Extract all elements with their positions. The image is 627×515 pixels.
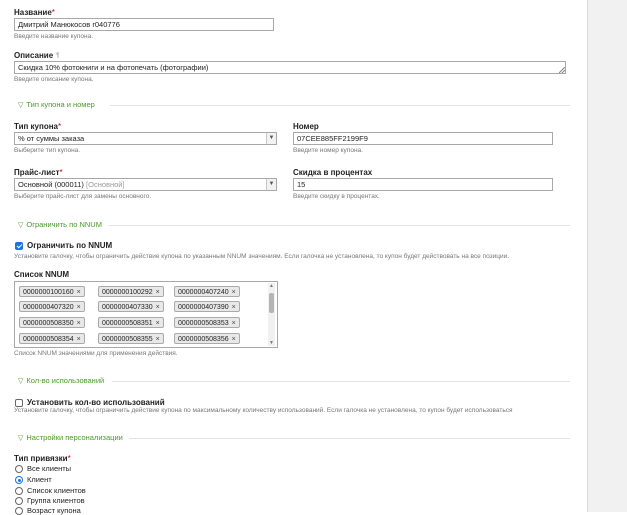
nnum-tag-box[interactable]: 0000000100160 × 0000000100292 × 0000000407…: [14, 281, 278, 348]
chevron-down-icon[interactable]: ▼: [266, 133, 276, 144]
limit-nnum-hint: Установите галочку, чтобы ограничить дей…: [14, 253, 510, 260]
price-list-hint: Выберите прайс-лист для замены основного…: [14, 193, 152, 200]
section-divider: [129, 438, 570, 439]
coupon-type-hint: Выберите тип купона.: [14, 147, 81, 154]
price-list-select[interactable]: Основной (000011) [Основной] ▼: [14, 178, 277, 191]
discount-label: Скидка в процентах: [293, 168, 373, 177]
radio-all-clients[interactable]: [15, 465, 23, 473]
nnum-tag[interactable]: 0000000407390 ×: [174, 301, 240, 312]
nnum-tag[interactable]: 0000000508356 ×: [174, 333, 240, 344]
nnum-list-label: Список NNUM: [14, 270, 70, 279]
remove-icon[interactable]: ×: [156, 289, 160, 296]
description-hint: Введите описание купона.: [14, 76, 94, 83]
right-rail: [587, 0, 627, 512]
nnum-list-hint: Список NNUM значениями для применения де…: [14, 350, 178, 357]
remove-icon[interactable]: ×: [232, 289, 236, 296]
nnum-tag[interactable]: 0000000407320 ×: [19, 301, 85, 312]
radio-client-label[interactable]: Клиент: [27, 475, 52, 484]
chevron-down-icon[interactable]: ▼: [266, 179, 276, 190]
section-coupon-type[interactable]: ▽ Тип купона и номер: [18, 100, 95, 109]
radio-client-group-label[interactable]: Группа клиентов: [27, 496, 85, 505]
nnum-tag[interactable]: 0000000508354 ×: [19, 333, 85, 344]
triangle-down-icon: ▽: [18, 102, 24, 109]
limit-nnum-label[interactable]: Ограничить по NNUM: [27, 241, 112, 250]
remove-icon[interactable]: ×: [232, 304, 236, 311]
number-label: Номер: [293, 122, 319, 131]
resize-handle-icon[interactable]: [559, 67, 565, 73]
remove-icon[interactable]: ×: [77, 336, 81, 343]
scrollbar-thumb[interactable]: [269, 293, 274, 313]
scroll-up-icon[interactable]: ▲: [268, 283, 275, 289]
description-field[interactable]: Скидка 10% фотокниги и на фотопечать (фо…: [14, 61, 566, 74]
section-divider: [109, 225, 570, 226]
remove-icon[interactable]: ×: [156, 304, 160, 311]
radio-coupon-age-label[interactable]: Возраст купона: [27, 506, 81, 515]
coupon-type-label: Тип купона*: [14, 122, 62, 131]
discount-field[interactable]: 15: [293, 178, 553, 191]
name-label: Название*: [14, 8, 55, 17]
remove-icon[interactable]: ×: [156, 320, 160, 327]
coupon-type-select[interactable]: % от суммы заказа ▼: [14, 132, 277, 145]
section-nnum[interactable]: ▽ Ограничить по NNUM: [18, 220, 102, 229]
scroll-down-icon[interactable]: ▼: [268, 340, 275, 346]
section-usage[interactable]: ▽ Кол-во использований: [18, 376, 104, 385]
triangle-down-icon: ▽: [18, 378, 24, 385]
nnum-tag[interactable]: 0000000508351 ×: [98, 317, 164, 328]
radio-client-group[interactable]: [15, 497, 23, 505]
nnum-scrollbar[interactable]: ▲ ▼: [268, 283, 275, 346]
radio-client-list-label[interactable]: Список клиентов: [27, 486, 86, 495]
nnum-tag[interactable]: 0000000100160 ×: [19, 286, 85, 297]
triangle-down-icon: ▽: [18, 222, 24, 229]
radio-all-clients-label[interactable]: Все клиенты: [27, 464, 71, 473]
number-field[interactable]: 07CEE885FF2199F9: [293, 132, 553, 145]
section-personalization[interactable]: ▽ Настройки персонализации: [18, 433, 123, 442]
description-label: Описание ¶: [14, 51, 60, 60]
section-divider: [112, 381, 570, 382]
nnum-tag[interactable]: 0000000508355 ×: [98, 333, 164, 344]
usage-limit-hint: Установите галочку, чтобы ограничить дей…: [14, 407, 513, 414]
radio-client-list[interactable]: [15, 487, 23, 495]
binding-label: Тип привязки*: [14, 454, 71, 463]
usage-limit-label[interactable]: Установить кол-во использований: [27, 398, 165, 407]
remove-icon[interactable]: ×: [77, 304, 81, 311]
nnum-tag[interactable]: 0000000508353 ×: [174, 317, 240, 328]
nnum-tag[interactable]: 0000000407330 ×: [98, 301, 164, 312]
name-hint: Введите название купона.: [14, 33, 93, 40]
discount-hint: Введите скидку в процентах.: [293, 193, 380, 200]
name-field[interactable]: Дмитрий Манюкосов r040776: [14, 18, 274, 31]
remove-icon[interactable]: ×: [77, 320, 81, 327]
number-hint: Введите номер купона.: [293, 147, 363, 154]
section-divider: [110, 105, 570, 106]
remove-icon[interactable]: ×: [232, 336, 236, 343]
remove-icon[interactable]: ×: [77, 289, 81, 296]
price-list-label: Прайс-лист*: [14, 168, 63, 177]
nnum-tag[interactable]: 0000000407240 ×: [174, 286, 240, 297]
remove-icon[interactable]: ×: [232, 320, 236, 327]
usage-limit-checkbox[interactable]: [15, 399, 23, 407]
radio-client[interactable]: [15, 476, 23, 484]
triangle-down-icon: ▽: [18, 435, 24, 442]
radio-coupon-age[interactable]: [15, 507, 23, 515]
remove-icon[interactable]: ×: [156, 336, 160, 343]
nnum-tag[interactable]: 0000000508350 ×: [19, 317, 85, 328]
nnum-tag[interactable]: 0000000100292 ×: [98, 286, 164, 297]
text-format-icon: ¶: [56, 53, 60, 59]
limit-nnum-checkbox[interactable]: [15, 242, 23, 250]
